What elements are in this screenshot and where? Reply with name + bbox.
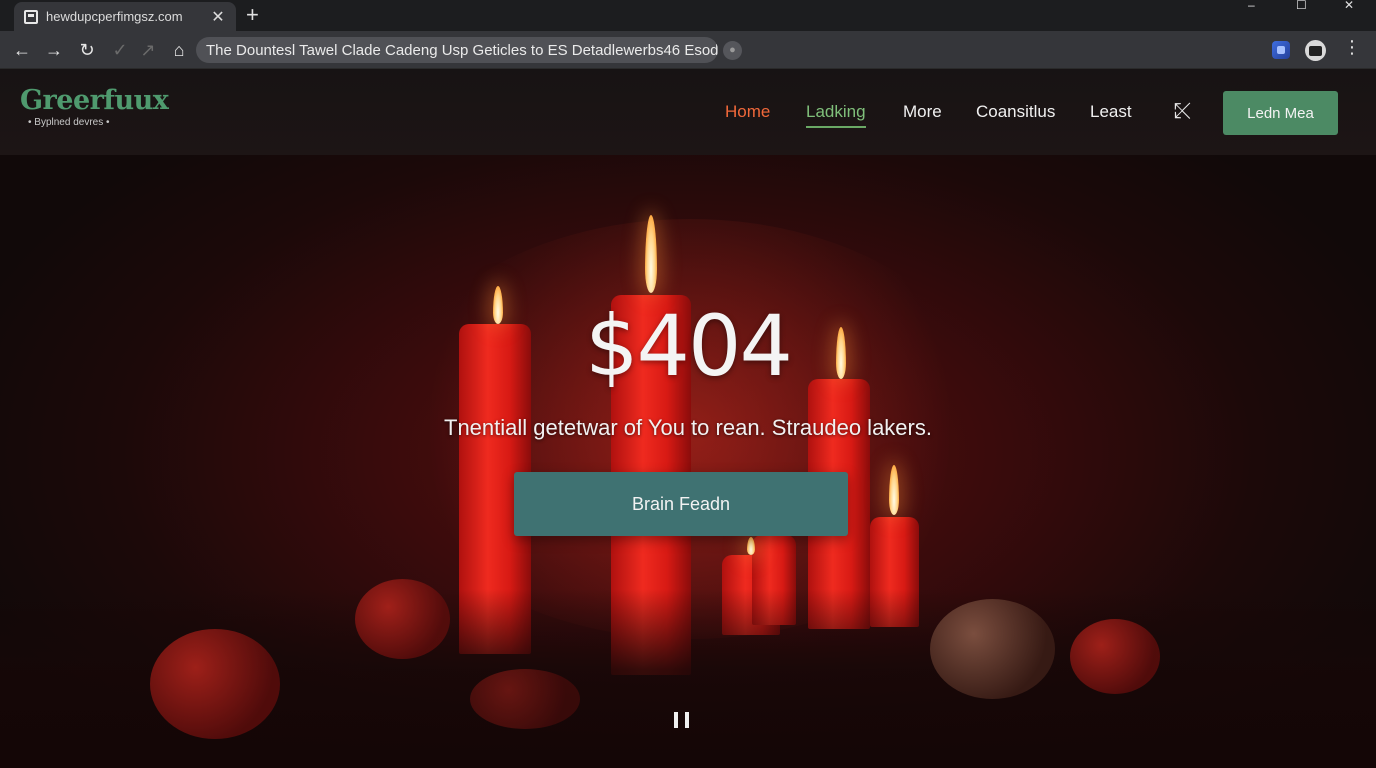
menu-icon[interactable]: ⋮ [1343,37,1361,58]
disabled-nav-icon-2: ↗ [140,40,156,60]
minimize-window-button[interactable]: – [1248,0,1255,14]
hero-cta-button[interactable]: Brain Feadn [514,472,848,536]
extension-icon[interactable] [1272,41,1290,59]
forward-icon[interactable]: → [42,38,66,62]
address-bar[interactable]: The Dountesl Tawel Clade Cadeng Usp Geti… [196,37,718,63]
profile-icon[interactable] [1305,40,1326,61]
tab-title: hewdupcperfimgsz.com [46,9,183,24]
page-favicon-icon [24,9,38,24]
disabled-nav-icon: ✓ [112,40,128,60]
nav-link-home[interactable]: Home [725,101,770,123]
shuffle-icon[interactable]: ⤪ [1174,99,1192,123]
fruit-decoration-1 [150,629,280,739]
nav-link-least[interactable]: Least [1090,101,1132,123]
header-cta-button[interactable]: Ledn Mea [1223,91,1338,135]
hero-title: $404 [585,297,793,395]
browser-tab[interactable]: hewdupcperfimgsz.com ✕ [14,2,236,31]
pause-icon[interactable] [672,712,692,730]
close-tab-icon[interactable]: ✕ [210,7,226,27]
site-header: Greerfuux • Byplned devres • Home Ladkin… [0,69,1376,155]
browser-titlebar: hewdupcperfimgsz.com ✕ + – ☐ ✕ [0,0,1376,31]
main-nav: Home Ladking More Coansitlus Least [0,101,1376,131]
home-icon[interactable]: ⌂ [167,38,191,62]
browser-toolbar: ← → ↻ ✓ ↗ ⌂ The Dountesl Tawel Clade Cad… [0,31,1376,69]
apple-decoration [355,579,450,659]
page-viewport: Greerfuux • Byplned devres • Home Ladkin… [0,69,1376,768]
maximize-window-button[interactable]: ☐ [1296,0,1307,14]
pumpkin-decoration [930,599,1055,699]
nav-link-more[interactable]: More [903,101,942,123]
new-tab-button[interactable]: + [246,3,259,27]
nav-link-coansitlus[interactable]: Coansitlus [976,101,1055,123]
page-action-icon[interactable]: ● [723,41,742,60]
reload-icon[interactable]: ↻ [75,38,99,62]
leaf-decoration [470,669,580,729]
flame-icon-5 [747,537,755,555]
close-window-button[interactable]: ✕ [1344,0,1354,14]
back-icon[interactable]: ← [10,38,34,62]
nav-link-ladking[interactable]: Ladking [806,101,866,128]
hero-subtitle: Tnentiall getetwar of You to rean. Strau… [444,415,932,440]
fruit-decoration-2 [1070,619,1160,694]
